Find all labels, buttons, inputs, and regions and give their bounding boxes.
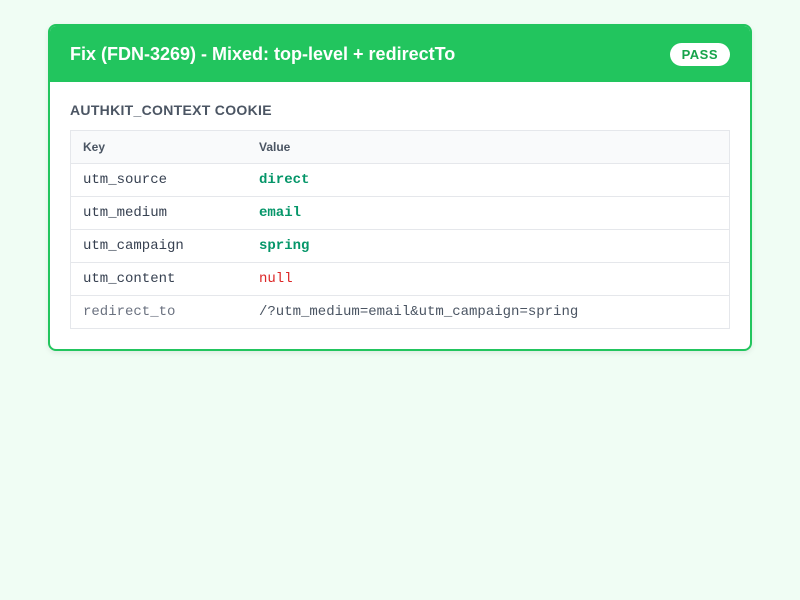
- row-key: utm_campaign: [70, 229, 247, 263]
- table-row: utm_medium email: [70, 196, 730, 230]
- column-header-value: Value: [247, 130, 730, 164]
- table-row: utm_content null: [70, 262, 730, 296]
- table-row: redirect_to /?utm_medium=email&utm_campa…: [71, 296, 730, 329]
- row-key: utm_medium: [70, 196, 247, 230]
- status-badge: PASS: [669, 42, 730, 66]
- card-header: Fix (FDN-3269) - Mixed: top-level + redi…: [50, 26, 750, 82]
- row-key: utm_source: [70, 163, 247, 197]
- row-value: direct: [247, 163, 730, 197]
- row-value: email: [247, 196, 730, 230]
- row-key: redirect_to: [83, 304, 176, 320]
- table-row: utm_campaign spring: [70, 229, 730, 263]
- cookie-table: Key Value utm_source direct utm_medium e…: [70, 130, 730, 329]
- row-value: spring: [247, 229, 730, 263]
- column-header-key: Key: [70, 130, 247, 164]
- card-title: Fix (FDN-3269) - Mixed: top-level + redi…: [70, 43, 456, 64]
- section-title: AUTHKIT_CONTEXT COOKIE: [70, 102, 272, 118]
- row-key: utm_content: [70, 262, 247, 296]
- card-body: AUTHKIT_CONTEXT COOKIE Key Value utm_sou…: [50, 82, 750, 349]
- table-row: utm_source direct: [70, 163, 730, 197]
- table-header-row: Key Value: [70, 130, 730, 164]
- test-result-card: Fix (FDN-3269) - Mixed: top-level + redi…: [48, 24, 752, 351]
- row-value: null: [247, 262, 730, 296]
- row-value: /?utm_medium=email&utm_campaign=spring: [259, 304, 579, 320]
